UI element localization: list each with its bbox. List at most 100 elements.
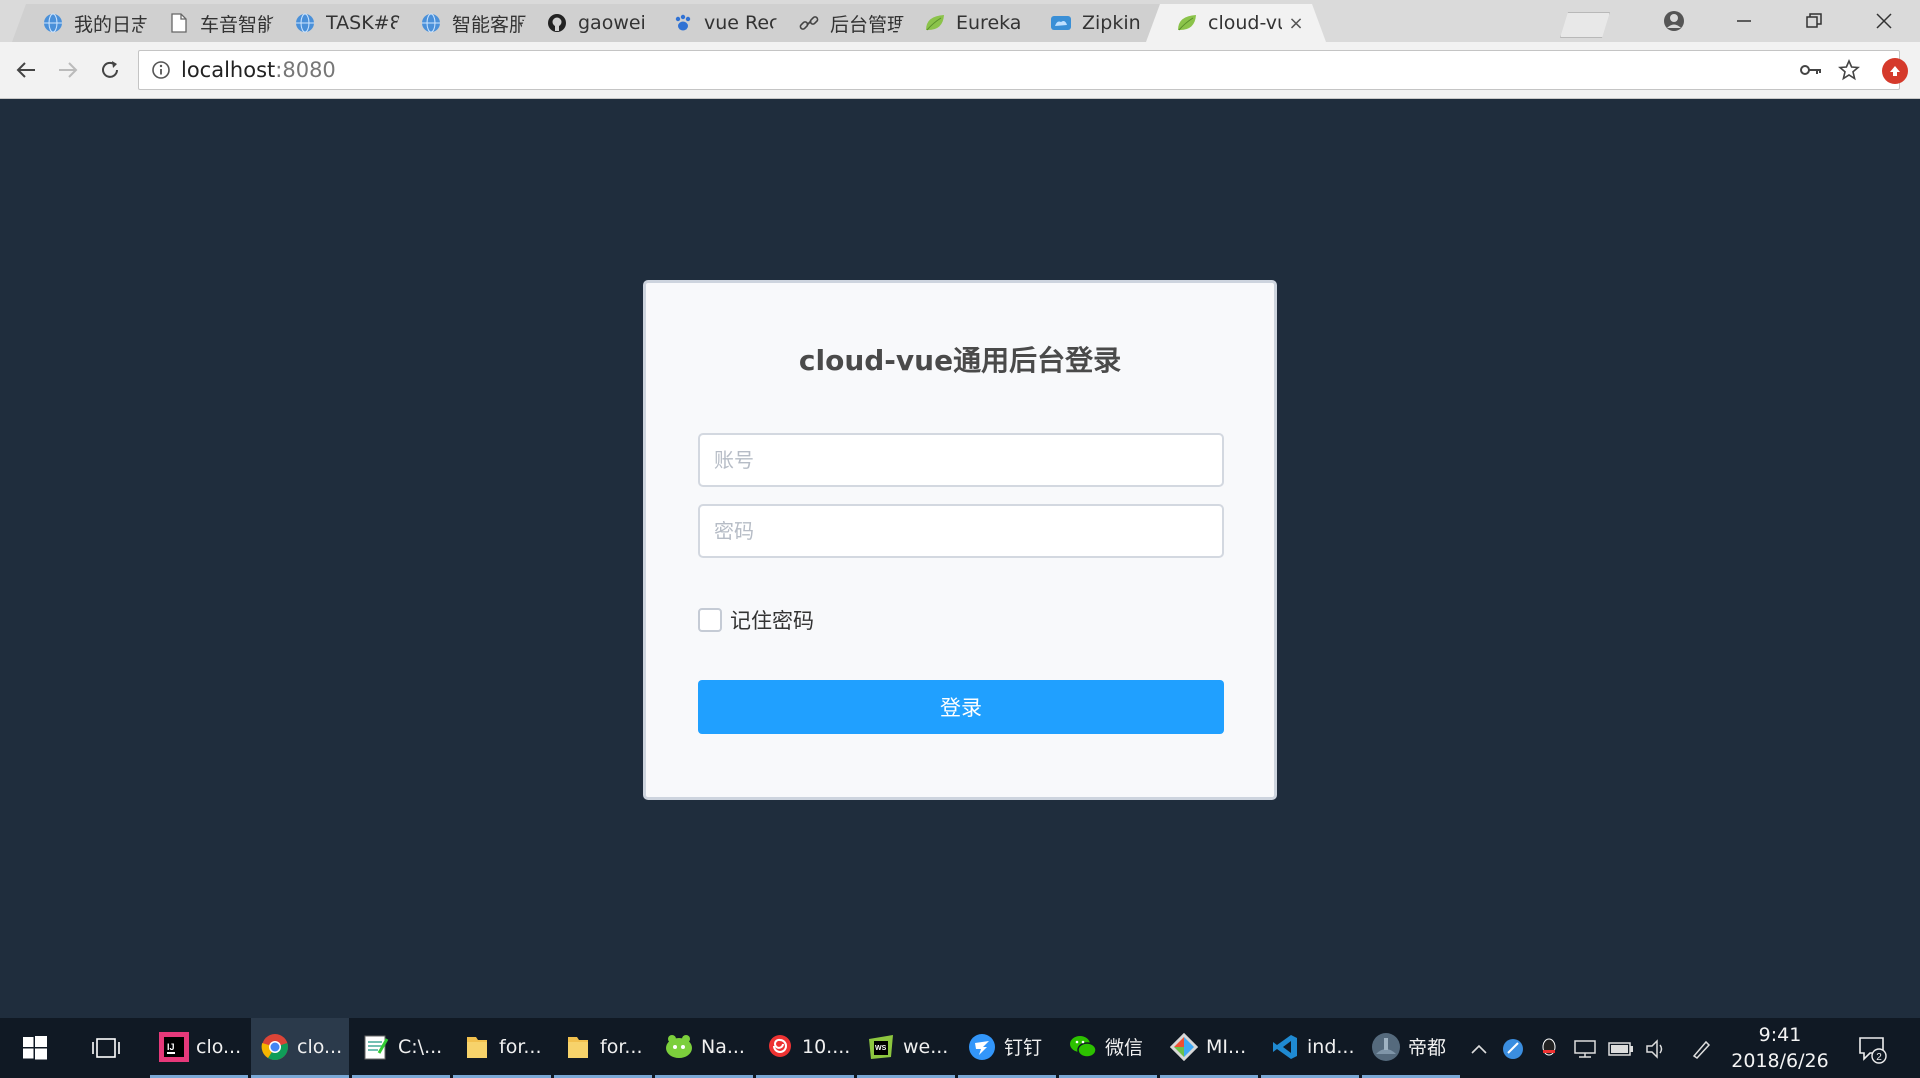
tray-volume-icon[interactable] [1644,1036,1670,1062]
tray-pen-icon[interactable] [1688,1036,1714,1062]
wechat-icon [1067,1031,1099,1063]
info-icon[interactable] [149,58,173,82]
taskbar-app-10[interactable]: MI... [1160,1018,1258,1078]
tray-qq-icon[interactable] [1536,1036,1562,1062]
taskbar-clock[interactable]: 9:41 2018/6/26 [1720,1022,1840,1074]
taskbar-app-12[interactable]: 帝都 [1362,1018,1460,1078]
tab-title: vue Rec [704,12,778,34]
remember-password-row[interactable]: 记住密码 [698,605,814,635]
intellij-icon: IJ [158,1031,190,1063]
taskbar-app-0[interactable]: IJ clo... [150,1018,248,1078]
taskbar-app-6[interactable]: 10.... [756,1018,854,1078]
taskbar-app-label: clo... [196,1035,242,1058]
taskbar-app-8[interactable]: 钉钉 [958,1018,1056,1078]
login-card: cloud-vue通用后台登录 记住密码 登录 [643,280,1277,800]
close-window-icon[interactable] [1850,0,1918,42]
link-icon [798,12,820,34]
github-icon [546,12,568,34]
tab-title: TASK#8 [326,12,400,34]
svg-text:WS: WS [875,1045,887,1052]
tab-title: Eureka [956,12,1022,34]
taskbar-app-label: ind... [1307,1035,1355,1058]
taskbar-app-label: for... [499,1035,542,1058]
clock-date: 2018/6/26 [1731,1050,1829,1072]
url-port: :8080 [275,58,336,82]
leaf-icon [1176,12,1198,34]
taskbar-app-4[interactable]: for... [554,1018,652,1078]
action-center-icon[interactable]: 2 [1854,1032,1890,1066]
taskbar-app-label: we... [903,1035,949,1058]
taskbar-app-label: for... [600,1035,643,1058]
reload-icon[interactable] [90,50,130,90]
taskbar-app-7[interactable]: WS we... [857,1018,955,1078]
tray-feather-icon[interactable] [1500,1036,1526,1062]
forward-arrow-icon[interactable] [48,50,88,90]
remember-password-checkbox[interactable] [698,608,722,632]
bookmark-star-icon[interactable] [1833,51,1865,89]
taskbar-app-11[interactable]: ind... [1261,1018,1359,1078]
tab-title: cloud-vue [1208,12,1278,34]
globe-app-icon [1370,1031,1402,1063]
profile-icon[interactable] [1640,0,1708,42]
windows-start-icon[interactable] [0,1018,70,1078]
clock-time: 9:41 [1758,1024,1802,1046]
minimize-icon[interactable] [1710,0,1778,42]
remember-password-label[interactable]: 记住密码 [730,605,814,635]
browser-tab-9[interactable]: cloud-vue × [1146,4,1326,42]
url-host: localhost [181,58,276,82]
leaf-icon [924,12,946,34]
taskbar-app-5[interactable]: Na... [655,1018,753,1078]
webstorm-icon: WS [865,1031,897,1063]
page-content: cloud-vue通用后台登录 记住密码 登录 [0,99,1920,1019]
snail-icon [764,1031,796,1063]
chrome-icon [259,1031,291,1063]
tray-chevron-up-icon[interactable] [1466,1036,1492,1062]
password-input[interactable] [700,506,1222,556]
login-button[interactable]: 登录 [698,680,1224,734]
folder-icon [562,1031,594,1063]
tab-title: 我的日志 [74,13,148,36]
task-view-icon[interactable] [76,1018,136,1078]
taskbar-app-label: 帝都 [1408,1037,1447,1059]
paw-icon [672,12,694,34]
tab-title: Zipkin [1082,12,1141,34]
tab-title: 车音智能 [200,13,274,36]
login-title: cloud-vue通用后台登录 [798,344,1122,377]
taskbar-app-label: MI... [1206,1035,1247,1058]
globe-icon [420,12,442,34]
taskbar-app-label: 微信 [1105,1037,1144,1059]
restore-icon[interactable] [1780,0,1848,42]
close-tab-icon[interactable]: × [1288,13,1304,34]
navicat-icon [663,1031,695,1063]
notification-count: 2 [1876,1052,1882,1063]
git-icon [1168,1031,1200,1063]
browser-tab-strip: 我的日志×车音智能×TASK#8×智能客服×gaowei×vue Rec×后台管… [0,0,1920,42]
back-arrow-icon[interactable] [6,50,46,90]
taskbar-app-9[interactable]: 微信 [1059,1018,1157,1078]
taskbar-app-3[interactable]: for... [453,1018,551,1078]
password-field-wrapper [698,504,1224,558]
tray-battery-icon[interactable] [1608,1036,1634,1062]
notepad-icon [360,1031,392,1063]
tray-network-icon[interactable] [1572,1036,1598,1062]
taskbar-app-1[interactable]: clo... [251,1018,349,1078]
svg-text:IJ: IJ [167,1042,175,1052]
cloud-icon [1050,12,1072,34]
taskbar-app-label: clo... [297,1035,343,1058]
taskbar-app-label: C:\... [398,1035,443,1058]
url-text[interactable]: localhost:8080 [181,58,1899,82]
folder-icon [461,1031,493,1063]
username-field-wrapper [698,433,1224,487]
vscode-icon [1269,1031,1301,1063]
windows-taskbar: IJ clo... clo... C:\... for... for... Na... 10.… [0,1018,1920,1078]
taskbar-app-2[interactable]: C:\... [352,1018,450,1078]
extension-upload-icon[interactable] [1882,58,1908,84]
tab-title: gaowei [578,12,646,34]
globe-icon [294,12,316,34]
key-icon[interactable] [1795,51,1827,89]
username-input[interactable] [700,435,1222,485]
address-bar[interactable]: localhost:8080 [138,50,1900,90]
taskbar-app-label: 钉钉 [1004,1037,1043,1059]
new-tab-button[interactable] [1560,12,1610,38]
taskbar-app-label: Na... [701,1035,745,1058]
